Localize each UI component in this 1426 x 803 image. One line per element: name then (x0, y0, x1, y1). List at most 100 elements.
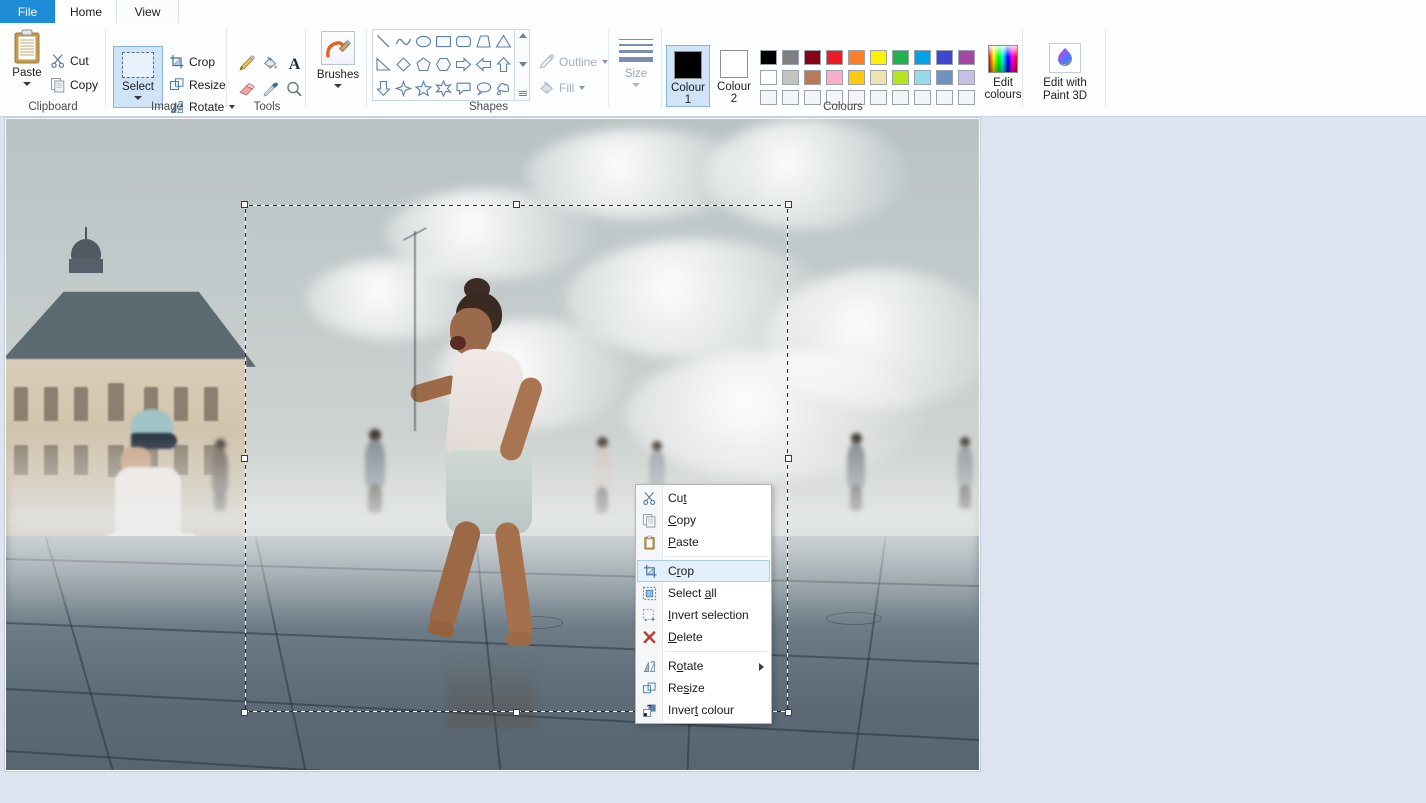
submenu-arrow-icon (759, 663, 764, 671)
paste-dropdown-caret-icon[interactable] (23, 82, 31, 86)
palette-swatch-r2-c4[interactable] (823, 67, 845, 87)
tab-file-label: File (17, 4, 38, 19)
colour-palette[interactable] (757, 47, 977, 107)
context-menu-item-invert-selection[interactable]: Invert selection (636, 604, 771, 626)
shape-down-arrow[interactable] (373, 77, 393, 100)
brushes-button[interactable]: Brushes (315, 31, 361, 103)
palette-swatch-r1-c10[interactable] (955, 47, 977, 67)
shape-cloud-callout[interactable] (494, 77, 514, 100)
shape-gallery-scrollbar[interactable] (516, 29, 530, 101)
edit-colours-label: Edit colours (984, 77, 1022, 101)
paste-button[interactable]: Paste (8, 29, 46, 103)
palette-swatch-r1-c2[interactable] (779, 47, 801, 67)
pencil-icon[interactable] (234, 51, 258, 75)
palette-swatch-r2-c2[interactable] (779, 67, 801, 87)
text-icon[interactable]: A (282, 51, 306, 75)
shape-rectangle[interactable] (433, 30, 453, 53)
size-dropdown-caret-icon[interactable] (632, 83, 640, 87)
shape-left-arrow[interactable] (474, 53, 494, 76)
fill-button[interactable]: Fill (538, 77, 586, 98)
shape-right-arrow[interactable] (454, 53, 474, 76)
shape-line[interactable] (373, 30, 393, 53)
shape-six-point-star[interactable] (433, 77, 453, 100)
palette-swatch-r2-c10[interactable] (955, 67, 977, 87)
shape-up-arrow[interactable] (494, 53, 514, 76)
crop-button[interactable]: Crop (169, 51, 215, 72)
context-menu-item-delete[interactable]: Delete (636, 626, 771, 648)
magnifier-icon[interactable] (282, 77, 306, 101)
resize-button[interactable]: Resize (169, 74, 226, 95)
select-tool-button[interactable]: Select (113, 46, 163, 108)
paint-3d-icon (1049, 43, 1081, 73)
shape-pentagon[interactable] (413, 53, 433, 76)
scroll-down-icon[interactable] (518, 62, 527, 67)
shape-hexagon[interactable] (433, 53, 453, 76)
palette-swatch-r2-c1[interactable] (757, 67, 779, 87)
palette-swatch-r1-c3[interactable] (801, 47, 823, 67)
shape-oval-callout[interactable] (474, 77, 494, 100)
tab-home[interactable]: Home (55, 0, 117, 23)
palette-swatch-r2-c8[interactable] (911, 67, 933, 87)
eraser-icon[interactable] (234, 77, 258, 101)
palette-swatch-r1-c4[interactable] (823, 47, 845, 67)
copy-button[interactable]: Copy (50, 74, 98, 95)
palette-swatch-r2-c6[interactable] (867, 67, 889, 87)
context-menu-item-crop[interactable]: Crop (637, 560, 770, 582)
fill-with-colour-icon[interactable] (258, 51, 282, 75)
outline-button[interactable]: Outline (538, 51, 609, 72)
palette-swatch-r1-c6[interactable] (867, 47, 889, 67)
ribbon-group-paint3d: Edit with Paint 3D (1024, 23, 1106, 117)
brushes-dropdown-caret-icon[interactable] (334, 84, 342, 88)
shape-rounded-callout[interactable] (454, 77, 474, 100)
colour-picker-icon[interactable] (258, 77, 282, 101)
palette-swatch-r1-c1[interactable] (757, 47, 779, 67)
palette-swatch-r2-c3[interactable] (801, 67, 823, 87)
shape-four-point-star[interactable] (393, 77, 413, 100)
shape-diamond[interactable] (393, 53, 413, 76)
photo-content (6, 119, 979, 770)
shape-oval[interactable] (413, 30, 433, 53)
palette-swatch-r1-c7[interactable] (889, 47, 911, 67)
context-menu-item-resize[interactable]: Resize (636, 677, 771, 699)
palette-swatch-r2-c7[interactable] (889, 67, 911, 87)
expand-gallery-icon[interactable] (518, 91, 527, 97)
ribbon-group-brushes: Brushes (307, 23, 367, 117)
context-menu[interactable]: Cut Copy Paste Crop Select all Invert se… (635, 484, 772, 724)
shape-right-triangle[interactable] (373, 53, 393, 76)
context-menu-item-paste[interactable]: Paste (636, 531, 771, 553)
palette-swatch-r1-c5[interactable] (845, 47, 867, 67)
tab-view-label: View (134, 4, 161, 19)
palette-swatch-r1-c9[interactable] (933, 47, 955, 67)
image-canvas[interactable] (5, 118, 980, 771)
palette-swatch-r2-c9[interactable] (933, 67, 955, 87)
shape-five-point-star[interactable] (413, 77, 433, 100)
shape-rounded-rectangle[interactable] (454, 30, 474, 53)
swatch-fill (825, 69, 843, 85)
size-button[interactable]: Size (616, 39, 656, 101)
context-menu-item-rotate[interactable]: Rotate (636, 655, 771, 677)
tab-view[interactable]: View (117, 0, 179, 23)
edit-with-paint-3d-button[interactable]: Edit with Paint 3D (1034, 43, 1096, 109)
edit-colours-button[interactable]: Edit colours (981, 45, 1025, 109)
colour-2-button[interactable]: Colour 2 (712, 45, 756, 107)
ribbon-group-colours: Colour 1 Colour 2 Edit colours Colours (663, 23, 1023, 117)
select-dropdown-caret-icon[interactable] (134, 96, 142, 100)
context-menu-item-cut[interactable]: Cut (636, 487, 771, 509)
fill-dropdown-caret-icon[interactable] (579, 85, 586, 90)
cut-button[interactable]: Cut (50, 50, 89, 71)
clipboard-icon (12, 29, 42, 65)
colour-1-button[interactable]: Colour 1 (666, 45, 710, 107)
swatch-fill (913, 69, 931, 85)
palette-swatch-r2-c5[interactable] (845, 67, 867, 87)
context-menu-item-copy[interactable]: Copy (636, 509, 771, 531)
shape-curve[interactable] (393, 30, 413, 53)
copy-button-label: Copy (70, 77, 99, 92)
context-menu-item-select-all[interactable]: Select all (636, 582, 771, 604)
shape-gallery[interactable] (372, 29, 515, 101)
scroll-up-icon[interactable] (518, 33, 527, 38)
tab-file[interactable]: File (0, 0, 55, 23)
shape-polygon[interactable] (474, 30, 494, 53)
palette-swatch-r1-c8[interactable] (911, 47, 933, 67)
shape-triangle[interactable] (494, 30, 514, 53)
context-menu-item-invert-colour[interactable]: Invert colour (636, 699, 771, 721)
